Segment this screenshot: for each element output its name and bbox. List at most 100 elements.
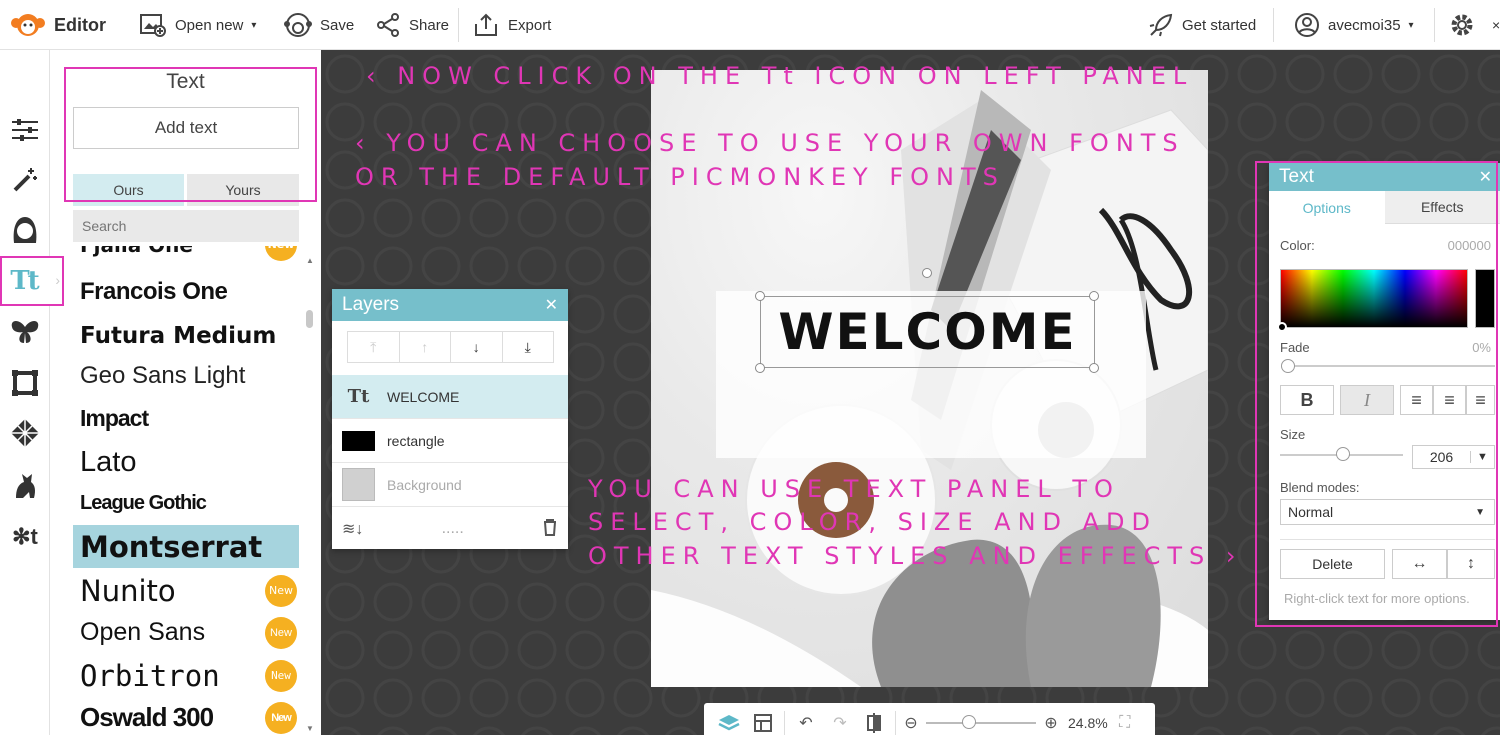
font-item[interactable]: Oswald 300 New xyxy=(73,696,299,735)
zoom-slider-knob[interactable] xyxy=(962,715,976,729)
export-label: Export xyxy=(508,16,552,34)
layer-label: Background xyxy=(387,476,462,493)
magic-wand-icon[interactable] xyxy=(8,163,42,197)
redo-icon[interactable]: ↷ xyxy=(823,707,857,735)
bring-to-front-icon[interactable]: ⤒ xyxy=(348,332,400,362)
cat-theme-icon[interactable] xyxy=(8,468,42,502)
font-item[interactable]: Open Sans New xyxy=(73,611,299,654)
layer-item-welcome[interactable]: Tt WELCOME xyxy=(332,375,568,419)
new-badge: New xyxy=(265,701,297,734)
font-item[interactable]: League Gothic xyxy=(73,482,299,525)
text-layer-icon: Tt xyxy=(347,386,370,407)
font-search-input[interactable] xyxy=(73,210,299,242)
layers-title: Layers xyxy=(342,294,400,315)
layers-icon[interactable] xyxy=(712,707,746,735)
face-icon[interactable] xyxy=(8,213,42,247)
annotation-text: OTHER TEXT STYLES AND EFFECTS › xyxy=(588,542,1243,570)
divider xyxy=(895,711,896,735)
get-started-button[interactable]: Get started xyxy=(1148,0,1256,50)
undo-icon[interactable]: ↶ xyxy=(789,707,823,735)
top-toolbar: Editor Open new ▾ Save Share Export Get … xyxy=(0,0,1500,50)
font-item[interactable]: Montserrat xyxy=(73,525,299,568)
font-name: Nunito xyxy=(80,573,176,608)
export-button[interactable]: Export xyxy=(472,0,551,50)
font-item[interactable]: Geo Sans Light xyxy=(73,354,299,397)
close-icon[interactable]: ✕ xyxy=(545,295,558,315)
font-name: Lato xyxy=(80,446,137,478)
divider xyxy=(1434,8,1435,42)
sticker-text-icon[interactable]: ✻t xyxy=(8,520,42,554)
share-icon xyxy=(377,13,399,37)
scroll-thumb[interactable] xyxy=(306,310,313,328)
send-backward-icon[interactable]: ↓ xyxy=(451,332,503,362)
settings-button[interactable] xyxy=(1449,0,1475,50)
font-name: Futura Medium xyxy=(80,322,277,349)
font-name: Francois One xyxy=(80,277,228,305)
font-item[interactable]: Fjalla One New xyxy=(73,246,299,266)
font-list-scrollbar[interactable]: ▲ ▼ xyxy=(304,256,314,735)
new-badge: New xyxy=(265,659,297,692)
font-item[interactable]: Lato xyxy=(73,441,299,484)
font-name: Fjalla One xyxy=(80,246,193,257)
layer-order-controls: ⤒ ↑ ↓ ⤓ xyxy=(347,331,554,363)
tool-rail: Tt › ✻t xyxy=(0,50,64,735)
layers-panel-header[interactable]: Layers ✕ xyxy=(332,289,568,321)
layer-item-background[interactable]: Background xyxy=(332,463,568,507)
image-add-icon xyxy=(140,14,166,37)
rotate-handle[interactable] xyxy=(922,268,932,278)
resize-handle[interactable] xyxy=(1089,291,1099,301)
send-to-back-icon[interactable]: ⤓ xyxy=(503,332,554,362)
rectangle-thumb-icon xyxy=(342,430,375,451)
compare-icon[interactable] xyxy=(857,707,891,735)
texture-icon[interactable] xyxy=(8,416,42,450)
scroll-down-icon[interactable]: ▼ xyxy=(306,724,314,733)
fullscreen-icon[interactable]: ⛶ xyxy=(1108,707,1142,735)
app-logo[interactable]: Editor xyxy=(10,0,106,50)
annotation-text: YOU CAN USE TEXT PANEL TO xyxy=(588,475,1120,503)
save-button[interactable]: Save xyxy=(284,0,354,50)
zoom-slider[interactable] xyxy=(926,715,1036,729)
text-tool-icon[interactable]: Tt › xyxy=(0,256,64,306)
resize-handle[interactable] xyxy=(755,291,765,301)
annotation-text: OR THE DEFAULT PICMONKEY FONTS xyxy=(355,163,1005,191)
font-item[interactable]: Francois One xyxy=(73,270,299,313)
trash-icon[interactable] xyxy=(542,518,558,541)
resize-grip[interactable]: ..... xyxy=(442,520,464,538)
scroll-up-icon[interactable]: ▲ xyxy=(306,256,314,265)
monkey-logo-icon xyxy=(11,14,45,36)
adjustments-icon[interactable] xyxy=(8,113,42,147)
text-panel: Text Add text Ours Yours Fjalla One New … xyxy=(50,50,321,735)
welcome-text-layer[interactable]: WELCOME xyxy=(760,296,1095,368)
new-badge: New xyxy=(265,574,297,607)
chevron-down-icon: ▾ xyxy=(1408,19,1414,31)
font-item[interactable]: Futura Medium xyxy=(73,314,299,357)
share-button[interactable]: Share xyxy=(375,0,449,50)
zoom-out-icon[interactable]: ⊖ xyxy=(900,707,922,735)
grid-icon[interactable] xyxy=(746,707,780,735)
merge-layers-icon[interactable]: ≋↓ xyxy=(342,519,363,539)
frame-icon[interactable] xyxy=(8,366,42,400)
annotation-highlight-box xyxy=(1255,161,1498,627)
resize-handle[interactable] xyxy=(1089,363,1099,373)
layer-item-rectangle[interactable]: rectangle xyxy=(332,419,568,463)
font-item[interactable]: Orbitron New xyxy=(73,654,299,697)
resize-handle[interactable] xyxy=(755,363,765,373)
layer-label: WELCOME xyxy=(387,388,460,405)
divider xyxy=(458,8,459,42)
open-new-button[interactable]: Open new ▾ xyxy=(139,0,256,50)
zoom-in-icon[interactable]: ⊕ xyxy=(1040,707,1062,735)
font-item[interactable]: Impact xyxy=(73,397,299,440)
image-thumb-icon xyxy=(342,468,375,501)
annotation-text: SELECT, COLOR, SIZE AND ADD xyxy=(588,508,1158,536)
butterfly-icon[interactable] xyxy=(8,315,42,349)
font-item[interactable]: Nunito New xyxy=(73,569,299,612)
font-name: League Gothic xyxy=(80,492,207,514)
font-name: Oswald 300 xyxy=(80,702,214,732)
font-name: Montserrat xyxy=(80,529,263,564)
close-icon[interactable]: × xyxy=(1492,0,1500,50)
font-name: Impact xyxy=(80,405,149,431)
bottom-toolbar: ↶ ↷ ⊖ ⊕ 24.8% ⛶ xyxy=(704,703,1155,735)
chevron-down-icon: ▾ xyxy=(251,19,257,31)
account-menu[interactable]: avecmoi35 ▾ xyxy=(1294,0,1414,50)
bring-forward-icon[interactable]: ↑ xyxy=(400,332,451,362)
